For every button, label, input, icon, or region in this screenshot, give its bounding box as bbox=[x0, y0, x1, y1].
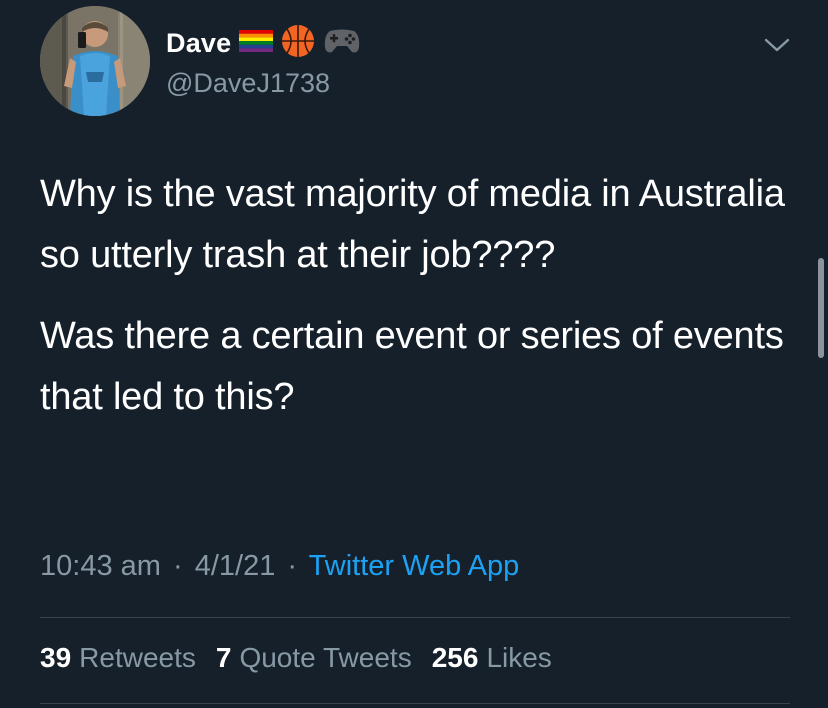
tweet-source-link[interactable]: Twitter Web App bbox=[309, 550, 520, 582]
meta-separator: · bbox=[172, 550, 183, 582]
divider bbox=[40, 703, 790, 704]
tweet-time[interactable]: 10:43 am bbox=[40, 550, 161, 582]
quote-tweets-count: 7 bbox=[215, 642, 232, 673]
tweet-stats: 39 Retweets 7 Quote Tweets 256 Likes bbox=[40, 642, 552, 674]
avatar[interactable] bbox=[40, 6, 150, 116]
likes-stat[interactable]: 256 Likes bbox=[432, 642, 552, 674]
quote-tweets-label: Quote Tweets bbox=[239, 642, 412, 673]
tweet-meta: 10:43 am · 4/1/21 · Twitter Web App bbox=[40, 550, 519, 583]
tweet-paragraph: Was there a certain event or series of e… bbox=[40, 315, 784, 418]
tweet-paragraph: Why is the vast majority of media in Aus… bbox=[40, 173, 785, 276]
avatar-photo bbox=[40, 6, 150, 116]
basketball-icon bbox=[281, 24, 315, 63]
tweet-text: Why is the vast majority of media in Aus… bbox=[40, 164, 790, 428]
retweets-count: 39 bbox=[40, 642, 72, 673]
scrollbar-thumb[interactable] bbox=[818, 258, 824, 358]
retweets-label: Retweets bbox=[79, 642, 196, 673]
quote-tweets-stat[interactable]: 7 Quote Tweets bbox=[216, 642, 412, 674]
display-name[interactable]: Dave bbox=[166, 28, 231, 59]
tweet-header: Dave @DaveJ1738 bbox=[40, 6, 800, 118]
likes-label: Likes bbox=[486, 642, 552, 673]
tweet-date[interactable]: 4/1/21 bbox=[195, 550, 276, 582]
game-controller-icon bbox=[323, 27, 361, 60]
meta-separator: · bbox=[287, 550, 298, 582]
retweets-stat[interactable]: 39 Retweets bbox=[40, 642, 196, 674]
chevron-down-icon[interactable] bbox=[762, 32, 792, 56]
user-handle[interactable]: @DaveJ1738 bbox=[166, 68, 330, 99]
likes-count: 256 bbox=[431, 642, 479, 673]
rainbow-flag-icon bbox=[239, 29, 274, 57]
name-row: Dave bbox=[166, 24, 361, 63]
divider bbox=[40, 617, 790, 618]
